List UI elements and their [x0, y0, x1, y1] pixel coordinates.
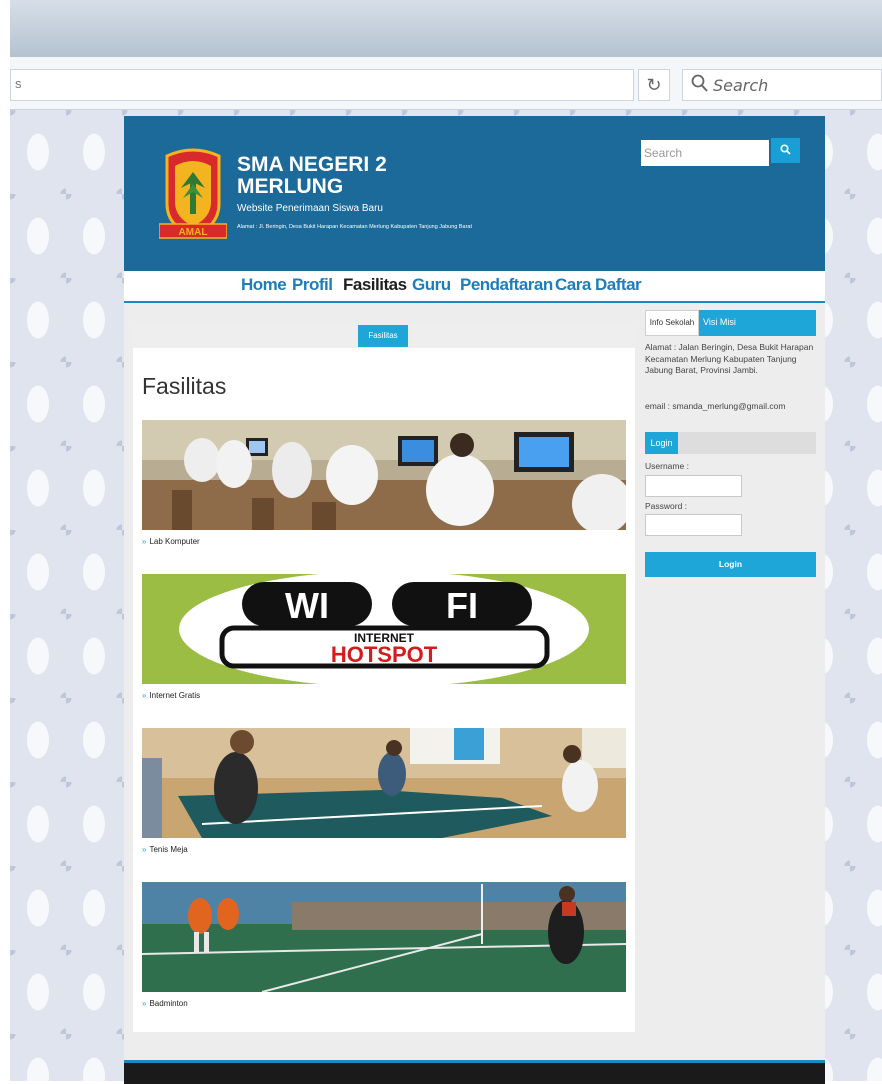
- main-nav: Home Profil Fasilitas Guru Pendaftaran C…: [124, 271, 825, 303]
- facility-caption[interactable]: » Internet Gratis: [142, 691, 200, 700]
- login-panel-header: Login: [645, 432, 816, 454]
- search-icon: [691, 74, 708, 92]
- tab-info-sekolah[interactable]: Info Sekolah: [645, 310, 699, 336]
- site-header: AMAL SMA NEGERI 2 MERLUNG Website Peneri…: [124, 116, 825, 271]
- school-email: email : smanda_merlung@gmail.com: [645, 401, 786, 411]
- username-label: Username :: [645, 461, 689, 471]
- username-field[interactable]: [645, 475, 742, 497]
- nav-fasilitas[interactable]: Fasilitas: [343, 275, 407, 295]
- svg-text:FI: FI: [446, 585, 478, 626]
- badminton-photo[interactable]: [142, 882, 626, 992]
- school-logo: AMAL: [159, 148, 227, 239]
- computer-lab-photo[interactable]: [142, 420, 626, 530]
- logo-text: AMAL: [179, 227, 208, 238]
- facility-caption[interactable]: » Lab Komputer: [142, 537, 200, 546]
- page-title: Fasilitas: [142, 373, 227, 399]
- svg-text:WI: WI: [285, 585, 329, 626]
- site-search-button[interactable]: [771, 138, 800, 163]
- wifi-hotspot-banner[interactable]: WI FI INTERNET HOTSPOT: [142, 574, 626, 684]
- nav-pendaftaran[interactable]: Pendaftaran: [460, 275, 553, 295]
- site-title[interactable]: SMA NEGERI 2 MERLUNG: [237, 154, 457, 198]
- reload-icon: ↻: [646, 75, 662, 95]
- address-bar-text: s: [15, 76, 22, 91]
- address-bar[interactable]: s: [10, 69, 634, 101]
- table-tennis-photo[interactable]: [142, 728, 626, 838]
- nav-cara-daftar[interactable]: Cara Daftar: [555, 275, 642, 295]
- browser-title-bar: [10, 0, 882, 57]
- content-tab-strip: Fasilitas: [133, 324, 635, 348]
- site-footer: [124, 1060, 825, 1084]
- login-button[interactable]: Login: [645, 552, 816, 577]
- password-label: Password :: [645, 501, 688, 511]
- chevron-right-icon: »: [142, 691, 147, 700]
- nav-profil[interactable]: Profil: [292, 275, 333, 295]
- chevron-right-icon: »: [142, 537, 147, 546]
- password-field[interactable]: [645, 514, 742, 536]
- reload-button[interactable]: ↻: [638, 69, 670, 101]
- nav-home[interactable]: Home: [241, 275, 287, 295]
- site-address: Alamat : Jl. Beringin, Desa Bukit Harapa…: [237, 224, 473, 230]
- svg-text:HOTSPOT: HOTSPOT: [331, 642, 438, 667]
- main-content: Fasilitas Fasilitas » Lab Komputer WI FI…: [133, 324, 635, 1032]
- tab-fasilitas[interactable]: Fasilitas: [358, 325, 408, 347]
- chevron-right-icon: »: [142, 845, 147, 854]
- site-container: AMAL SMA NEGERI 2 MERLUNG Website Peneri…: [124, 116, 825, 1084]
- tab-visi-misi[interactable]: Visi Misi: [699, 310, 816, 336]
- search-icon: [780, 144, 791, 155]
- site-search-input[interactable]: Search: [641, 140, 769, 166]
- nav-guru[interactable]: Guru: [412, 275, 451, 295]
- chevron-right-icon: »: [142, 999, 147, 1008]
- browser-search-input[interactable]: Search: [682, 69, 882, 101]
- school-info-text: Alamat : Jalan Beringin, Desa Bukit Hara…: [645, 342, 814, 375]
- site-subtitle: Website Penerimaan Siswa Baru: [237, 203, 383, 214]
- login-heading: Login: [645, 432, 678, 454]
- browser-search-placeholder: Search: [713, 76, 769, 95]
- facility-caption[interactable]: » Tenis Meja: [142, 845, 188, 854]
- facility-caption[interactable]: » Badminton: [142, 999, 188, 1008]
